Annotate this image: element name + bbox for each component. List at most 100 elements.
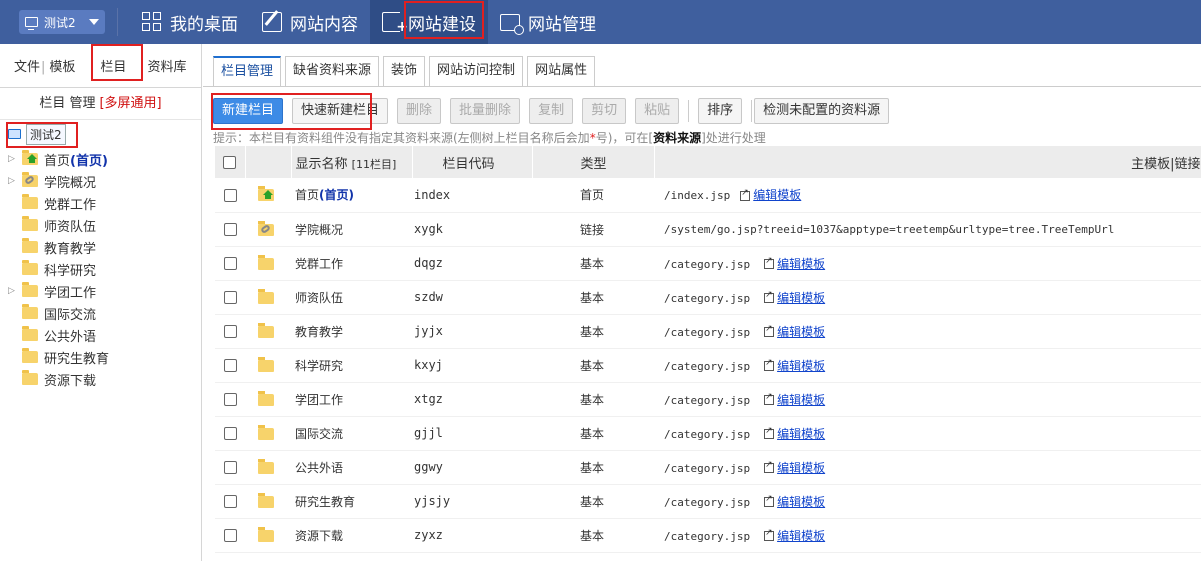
tab-column[interactable]: 栏目: [91, 44, 144, 81]
folder-icon: [22, 370, 38, 385]
tip-source-link[interactable]: 资料来源: [653, 131, 701, 145]
table-row[interactable]: 公共外语 ggwy基本/category.jsp 编辑模板: [215, 450, 1201, 485]
external-link-icon: [764, 494, 775, 507]
row-checkbox[interactable]: [223, 223, 237, 236]
expand-arrow-icon[interactable]: ▷: [8, 286, 22, 296]
row-template-path: /category.jsp: [664, 461, 751, 475]
row-name[interactable]: 科学研究: [295, 359, 343, 373]
row-name[interactable]: 师资队伍: [295, 291, 343, 305]
row-checkbox[interactable]: [223, 461, 237, 474]
row-name[interactable]: 教育教学: [295, 325, 343, 339]
row-checkbox[interactable]: [223, 291, 237, 304]
name-column-header: 显示名称 [11栏目]: [291, 146, 413, 178]
cut-button[interactable]: 剪切: [582, 98, 627, 124]
folder-icon: [258, 492, 274, 508]
site-selector[interactable]: 测试2: [19, 10, 105, 34]
row-checkbox[interactable]: [223, 325, 237, 338]
expand-arrow-icon[interactable]: ▷: [8, 176, 22, 186]
table-row[interactable]: 首页(首页)index首页/index.jsp编辑模板: [215, 178, 1201, 213]
detect-unconfigured-source-button[interactable]: 检测未配置的资料源: [754, 98, 890, 124]
tree-item[interactable]: 党群工作: [0, 192, 201, 214]
edit-template-link[interactable]: 编辑模板: [764, 528, 825, 543]
tab-file[interactable]: 文件: [12, 56, 47, 75]
row-name[interactable]: 公共外语: [295, 461, 343, 475]
external-link-icon: [764, 256, 775, 269]
row-checkbox[interactable]: [223, 495, 237, 508]
table-row[interactable]: 学团工作 xtgz基本/category.jsp 编辑模板: [215, 382, 1201, 417]
icon-column-header: [245, 146, 292, 178]
tree-item[interactable]: 科学研究: [0, 258, 201, 280]
edit-template-link[interactable]: 编辑模板: [764, 494, 825, 509]
code-column-label: 栏目代码: [442, 156, 495, 172]
tab-library[interactable]: 资料库: [147, 56, 186, 75]
nav-label: 网站内容: [290, 14, 358, 35]
expand-arrow-icon[interactable]: ▷: [8, 154, 22, 164]
row-name[interactable]: 国际交流: [295, 427, 343, 441]
row-name[interactable]: 党群工作: [295, 257, 343, 271]
row-name[interactable]: 资源下载: [295, 529, 343, 543]
row-name[interactable]: 首页: [295, 188, 319, 202]
tab-column-manage[interactable]: 栏目管理: [213, 56, 282, 86]
row-name[interactable]: 学团工作: [295, 393, 343, 407]
copy-button[interactable]: 复制: [529, 98, 574, 124]
tree-item[interactable]: 资源下载: [0, 368, 201, 390]
edit-template-link[interactable]: 编辑模板: [764, 460, 826, 475]
row-checkbox[interactable]: [223, 529, 237, 542]
paste-button[interactable]: 粘贴: [635, 98, 680, 124]
tree-root[interactable]: 测试2: [0, 120, 201, 148]
nav-site-manage[interactable]: 网站管理: [488, 0, 608, 44]
monitor-icon: [25, 17, 38, 30]
tab-decoration[interactable]: 装饰: [383, 56, 426, 86]
row-checkbox[interactable]: [223, 188, 237, 202]
edit-template-link[interactable]: 编辑模板: [764, 392, 825, 407]
tree-item[interactable]: 国际交流: [0, 302, 201, 324]
delete-button[interactable]: 删除: [397, 98, 442, 124]
table-row[interactable]: 资源下载 zyxz基本/category.jsp 编辑模板: [215, 518, 1201, 553]
row-name[interactable]: 研究生教育: [295, 495, 355, 509]
row-checkbox[interactable]: [223, 393, 237, 406]
tab-template[interactable]: 模板: [47, 56, 77, 75]
external-link-icon: [764, 358, 775, 371]
edit-template-link[interactable]: 编辑模板: [740, 188, 801, 202]
edit-template-link[interactable]: 编辑模板: [764, 290, 825, 305]
row-name[interactable]: 学院概况: [295, 223, 343, 237]
highlight-box: [91, 44, 144, 81]
edit-template-link[interactable]: 编辑模板: [764, 426, 825, 441]
nav-site-content[interactable]: 网站内容: [250, 0, 370, 44]
edit-template-label: 编辑模板: [777, 460, 826, 475]
tree-item[interactable]: 研究生教育: [0, 346, 201, 368]
table-row[interactable]: 科学研究 kxyj基本/category.jsp 编辑模板: [215, 348, 1201, 383]
row-template-path: /category.jsp: [664, 359, 751, 373]
row-icon-cell: [245, 484, 291, 519]
tree-item[interactable]: 教育教学: [0, 236, 201, 258]
table-row[interactable]: 师资队伍 szdw基本/category.jsp 编辑模板: [215, 280, 1201, 315]
link-folder-icon: [258, 220, 274, 236]
edit-template-link[interactable]: 编辑模板: [764, 324, 825, 339]
tree-item[interactable]: ▷ 学院概况: [0, 170, 201, 192]
nav-my-desktop[interactable]: 我的桌面: [130, 0, 250, 44]
table-row[interactable]: 学院概况 xygk 链接/system/go.jsp?treeid=1037&app…: [215, 212, 1201, 247]
table-row[interactable]: 研究生教育 yjsjy基本/category.jsp 编辑模板: [215, 484, 1201, 519]
row-checkbox[interactable]: [223, 359, 237, 372]
tree-item[interactable]: 师资队伍: [0, 214, 201, 236]
row-checkbox[interactable]: [223, 427, 237, 440]
tree-item[interactable]: ▷ 学团工作: [0, 280, 201, 302]
select-all-checkbox[interactable]: [223, 155, 237, 169]
folder-icon: [258, 526, 274, 542]
table-row[interactable]: 党群工作 dqgz基本/category.jsp 编辑模板: [215, 246, 1201, 281]
table-row[interactable]: 国际交流 gjjl基本/category.jsp 编辑模板: [215, 416, 1201, 451]
tab-access-control[interactable]: 网站访问控制: [429, 56, 524, 86]
tree-item-label: 科学研究: [44, 263, 97, 279]
row-checkbox[interactable]: [223, 257, 237, 270]
tree-item[interactable]: ▷ 首页 (首页): [0, 148, 201, 170]
tab-default-source[interactable]: 缺省资料来源: [285, 56, 380, 86]
row-template-cell: /category.jsp 编辑模板: [654, 518, 1201, 553]
table-row[interactable]: 教育教学 jyjx基本/category.jsp 编辑模板: [215, 314, 1201, 349]
tree-item[interactable]: 公共外语: [0, 324, 201, 346]
edit-template-link[interactable]: 编辑模板: [764, 358, 825, 373]
sort-button[interactable]: 排序: [698, 98, 743, 124]
nav-site-build[interactable]: 网站建设: [370, 0, 488, 44]
edit-template-link[interactable]: 编辑模板: [764, 256, 825, 271]
batch-delete-button[interactable]: 批量删除: [450, 98, 521, 124]
tab-site-properties[interactable]: 网站属性: [527, 56, 596, 86]
